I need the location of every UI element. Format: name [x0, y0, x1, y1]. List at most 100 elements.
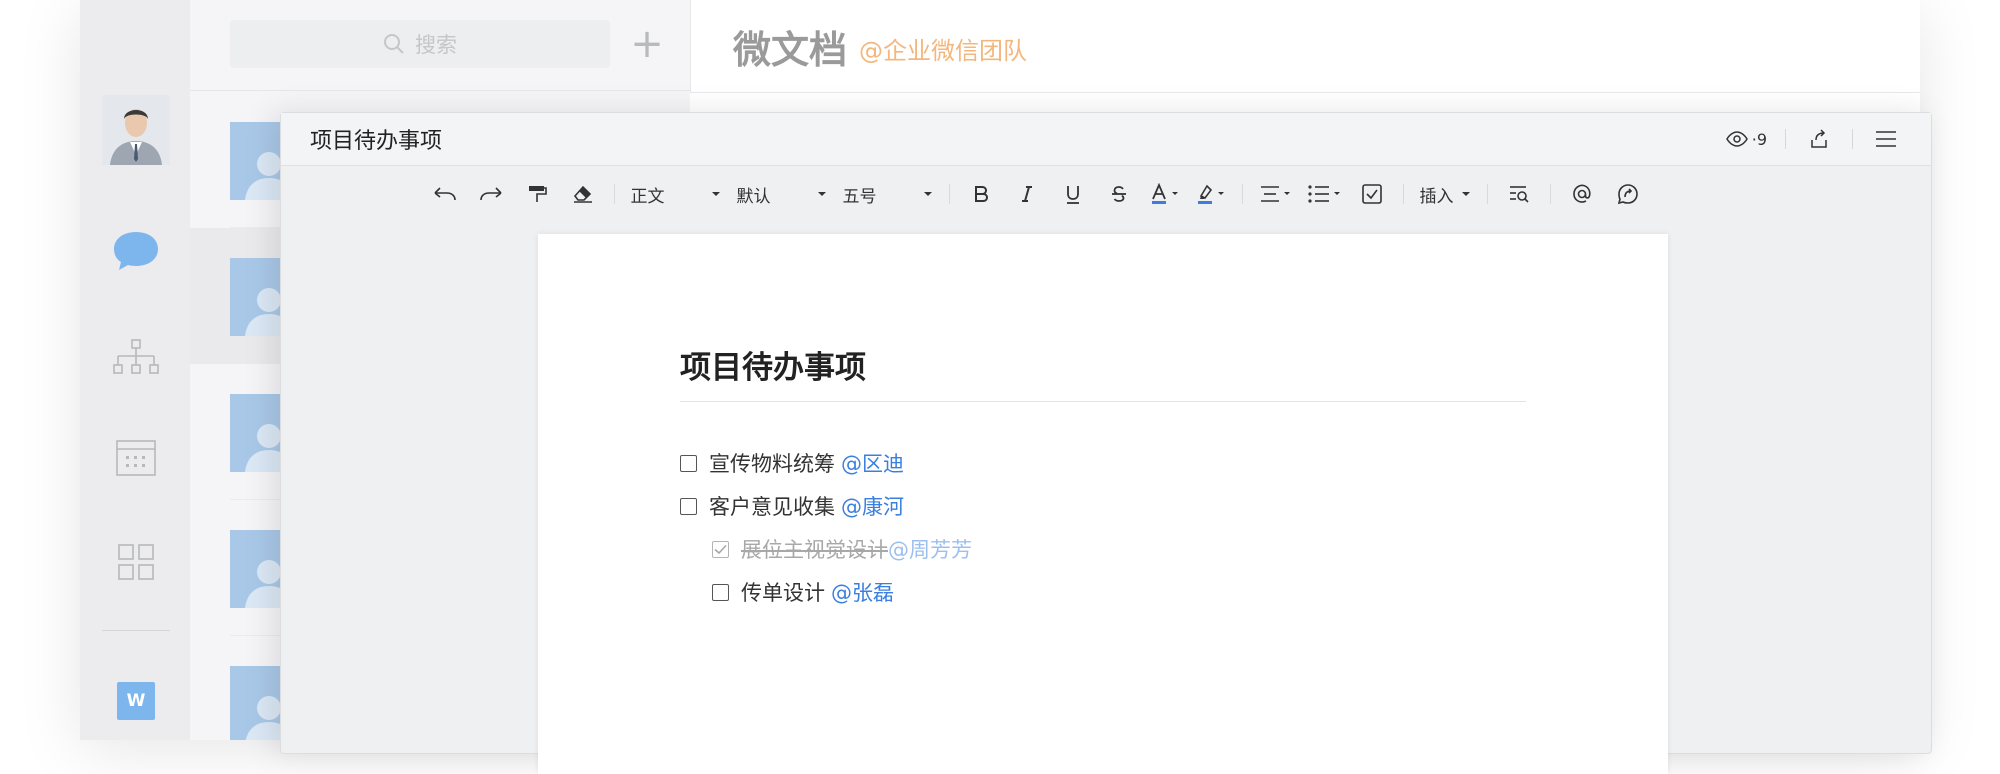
todo-checkbox[interactable] — [712, 583, 729, 601]
todo-text[interactable]: 传单设计 — [741, 577, 825, 607]
bullet-list-icon — [1307, 185, 1340, 203]
comment-share-button[interactable] — [1605, 177, 1651, 211]
caret-down-icon — [923, 192, 932, 196]
find-replace-button[interactable] — [1496, 177, 1542, 211]
formatting-toolbar: 正文 默认 五号 插入 — [281, 166, 1931, 222]
list-divider — [190, 90, 690, 91]
avatar-image — [102, 95, 170, 165]
conversation-subtitle: @企业微信团队 — [859, 36, 1028, 65]
italic-icon — [1021, 186, 1032, 202]
todo-item-completed: 展位主视觉设计 @周芳芳 — [712, 534, 972, 564]
document-window-title: 项目待办事项 — [310, 129, 443, 154]
check-icon — [714, 544, 727, 554]
todo-item: 传单设计 @张磊 — [712, 577, 894, 607]
titlebar-divider — [1852, 129, 1853, 149]
caret-down-icon — [817, 192, 826, 196]
titlebar-actions: ·9 — [1725, 113, 1901, 165]
highlighter-icon — [1197, 184, 1224, 204]
menu-icon — [1876, 131, 1896, 147]
share-button[interactable] — [1804, 124, 1834, 154]
checklist-button[interactable] — [1349, 177, 1395, 211]
mention-button[interactable] — [1559, 177, 1605, 211]
bold-button[interactable] — [958, 177, 1004, 211]
toolbar-divider — [1402, 184, 1404, 204]
format-painter-button[interactable] — [514, 177, 560, 211]
toolbar-divider — [1486, 184, 1488, 204]
document-titlebar: 项目待办事项 ·9 — [281, 113, 1931, 166]
find-icon — [1509, 186, 1529, 203]
undo-button[interactable] — [422, 177, 468, 211]
toolbar-divider — [948, 184, 950, 204]
todo-text[interactable]: 客户意见收集 — [709, 491, 835, 521]
list-button[interactable] — [1299, 177, 1349, 211]
at-sign-icon — [1572, 184, 1591, 203]
font-size-value: 五号 — [842, 186, 877, 207]
todo-mention[interactable]: @周芳芳 — [888, 534, 972, 564]
menu-button[interactable] — [1871, 124, 1901, 154]
titlebar-divider — [1785, 129, 1786, 149]
caret-down-icon — [711, 192, 720, 196]
toolbar-divider — [613, 184, 615, 204]
font-color-icon — [1151, 183, 1178, 204]
paragraph-style-value: 正文 — [630, 186, 665, 207]
font-size-dropdown[interactable]: 五号 — [835, 177, 941, 211]
paragraph-style-dropdown[interactable]: 正文 — [623, 177, 729, 211]
align-icon — [1260, 186, 1290, 202]
insert-label: 插入 — [1419, 186, 1454, 207]
redo-button[interactable] — [468, 177, 514, 211]
eye-icon — [1725, 131, 1748, 147]
add-button[interactable]: + — [623, 20, 671, 68]
underline-icon — [1066, 186, 1079, 204]
nav-rail: W — [80, 0, 190, 740]
todo-item: 宣传物料统筹 @区迪 — [680, 448, 904, 478]
font-color-button[interactable] — [1142, 177, 1188, 211]
document-window: 项目待办事项 ·9 正文 默认 五号 插入 项目待办事项 宣传物料统筹 @区迪 … — [280, 112, 1932, 774]
eraser-icon — [573, 185, 592, 203]
redo-icon — [479, 187, 502, 201]
rail-divider — [102, 630, 170, 631]
heading-divider — [680, 401, 1526, 402]
viewers-label: ·9 — [1751, 129, 1767, 149]
clear-format-button[interactable] — [560, 177, 606, 211]
chat-icon[interactable] — [110, 225, 162, 277]
todo-checkbox[interactable] — [680, 497, 697, 515]
w-app-icon[interactable]: W — [117, 682, 155, 720]
document-page[interactable]: 项目待办事项 宣传物料统筹 @区迪 客户意见收集 @康河 展位主视觉设计 @周芳… — [538, 234, 1668, 774]
comment-icon — [1617, 184, 1638, 205]
todo-checkbox[interactable] — [680, 454, 697, 472]
todo-text[interactable]: 宣传物料统筹 — [709, 448, 835, 478]
todo-mention[interactable]: @张磊 — [831, 577, 894, 607]
caret-down-icon — [1461, 192, 1470, 196]
font-dropdown[interactable]: 默认 — [729, 177, 835, 211]
highlight-button[interactable] — [1188, 177, 1234, 211]
search-icon — [384, 34, 404, 54]
todo-item: 客户意见收集 @康河 — [680, 491, 904, 521]
conversation-title: 微文档 — [733, 27, 848, 72]
align-button[interactable] — [1251, 177, 1299, 211]
share-icon — [1811, 129, 1827, 148]
apps-grid-icon[interactable] — [110, 536, 162, 588]
todo-text[interactable]: 展位主视觉设计 — [741, 534, 888, 564]
strikethrough-icon — [1111, 186, 1126, 202]
viewers-count[interactable]: ·9 — [1725, 129, 1785, 149]
underline-button[interactable] — [1050, 177, 1096, 211]
conversation-header: 微文档 @企业微信团队 — [690, 0, 1920, 93]
todo-checkbox-checked[interactable] — [712, 540, 729, 558]
font-value: 默认 — [736, 186, 771, 207]
search-placeholder: 搜索 — [415, 33, 457, 57]
checkbox-icon — [1361, 184, 1382, 204]
calendar-icon[interactable] — [110, 432, 162, 484]
todo-mention[interactable]: @区迪 — [841, 448, 904, 478]
todo-mention[interactable]: @康河 — [841, 491, 904, 521]
avatar[interactable] — [102, 95, 170, 165]
italic-button[interactable] — [1004, 177, 1050, 211]
org-chart-icon[interactable] — [110, 334, 162, 386]
bold-icon — [974, 186, 988, 202]
toolbar-divider — [1549, 184, 1551, 204]
undo-icon — [433, 187, 456, 201]
insert-dropdown[interactable]: 插入 — [1412, 177, 1479, 211]
document-heading[interactable]: 项目待办事项 — [680, 342, 866, 387]
search-input[interactable]: 搜索 — [230, 20, 610, 68]
format-painter-icon — [528, 186, 547, 202]
strikethrough-button[interactable] — [1096, 177, 1142, 211]
